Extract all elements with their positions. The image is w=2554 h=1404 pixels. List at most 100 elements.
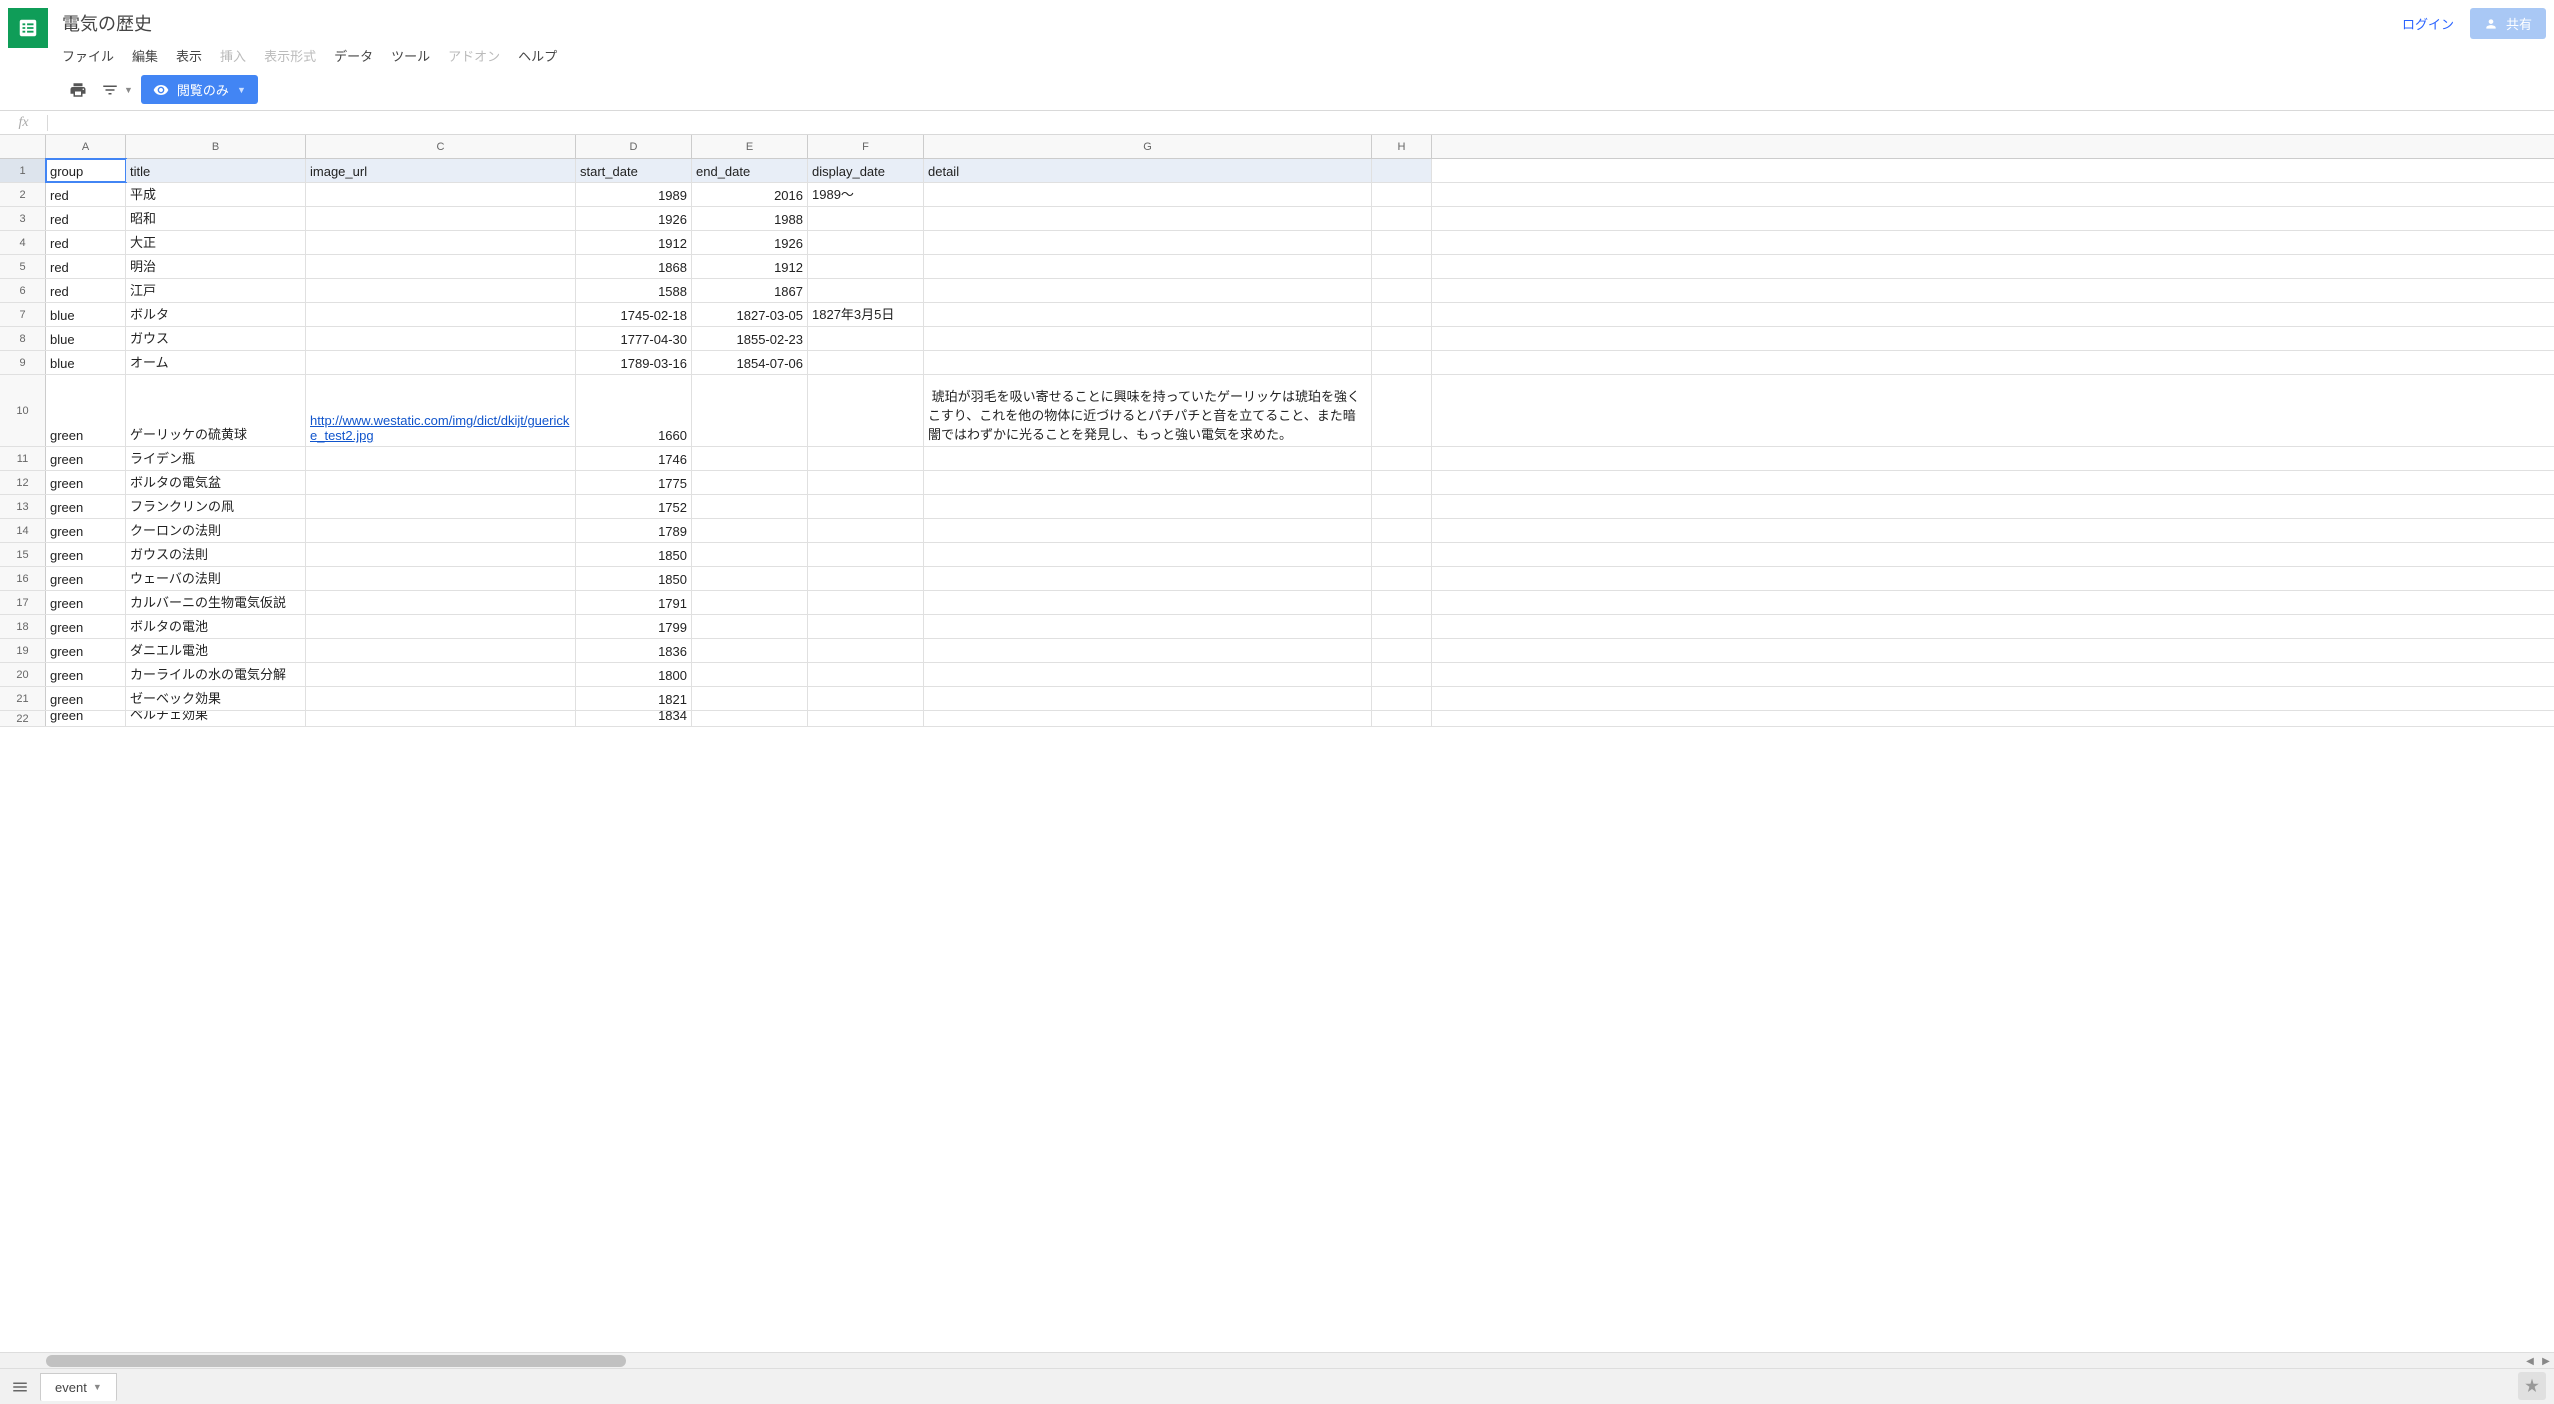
cell[interactable] [808, 231, 924, 254]
cell[interactable]: ガウスの法則 [126, 543, 306, 566]
cell[interactable]: 1789 [576, 519, 692, 542]
explore-icon[interactable] [2518, 1372, 2546, 1400]
cell[interactable]: 1912 [692, 255, 808, 278]
cell[interactable] [692, 615, 808, 638]
cell[interactable]: 2016 [692, 183, 808, 206]
cell[interactable] [808, 255, 924, 278]
cell[interactable] [692, 711, 808, 726]
cell[interactable]: 1926 [692, 231, 808, 254]
column-header[interactable]: H [1372, 135, 1432, 158]
cell[interactable] [692, 567, 808, 590]
cell[interactable] [924, 183, 1372, 206]
cell[interactable] [924, 639, 1372, 662]
cell[interactable]: ボルタの電気盆 [126, 471, 306, 494]
cell[interactable] [1372, 567, 1432, 590]
cell[interactable]: 1746 [576, 447, 692, 470]
row-header[interactable]: 12 [0, 471, 46, 494]
cell[interactable] [306, 615, 576, 638]
cell[interactable]: group [46, 159, 126, 182]
all-sheets-icon[interactable] [8, 1375, 32, 1399]
cell[interactable] [1372, 159, 1432, 182]
cell[interactable]: 琥珀が羽毛を吸い寄せることに興味を持っていたゲーリッケは琥珀を強くこすり、これを… [924, 375, 1372, 446]
cell[interactable]: red [46, 183, 126, 206]
cell[interactable]: red [46, 231, 126, 254]
cell[interactable] [692, 687, 808, 710]
cell[interactable] [808, 615, 924, 638]
cell[interactable] [306, 663, 576, 686]
cell[interactable] [808, 639, 924, 662]
cell[interactable]: 1588 [576, 279, 692, 302]
cell[interactable]: 1868 [576, 255, 692, 278]
column-header[interactable]: D [576, 135, 692, 158]
cell[interactable]: 1821 [576, 687, 692, 710]
cell[interactable] [924, 591, 1372, 614]
cell[interactable]: カーライルの水の電気分解 [126, 663, 306, 686]
cell[interactable] [808, 567, 924, 590]
cell[interactable] [808, 375, 924, 446]
cell[interactable]: 1850 [576, 567, 692, 590]
cell[interactable] [1372, 183, 1432, 206]
cell[interactable] [692, 591, 808, 614]
cell[interactable] [692, 639, 808, 662]
cell[interactable] [924, 519, 1372, 542]
menu-help[interactable]: ヘルプ [510, 42, 565, 69]
cell[interactable]: green [46, 687, 126, 710]
cell[interactable] [808, 327, 924, 350]
cell[interactable]: green [46, 471, 126, 494]
cell[interactable]: 1850 [576, 543, 692, 566]
cell[interactable]: red [46, 255, 126, 278]
cell[interactable]: blue [46, 327, 126, 350]
column-header[interactable]: G [924, 135, 1372, 158]
row-header[interactable]: 18 [0, 615, 46, 638]
cell[interactable] [1372, 543, 1432, 566]
row-header[interactable]: 9 [0, 351, 46, 374]
row-header[interactable]: 4 [0, 231, 46, 254]
cell[interactable]: 平成 [126, 183, 306, 206]
menu-file[interactable]: ファイル [54, 42, 122, 69]
cell[interactable] [1372, 591, 1432, 614]
cell[interactable] [808, 471, 924, 494]
column-header[interactable]: F [808, 135, 924, 158]
cell[interactable] [692, 447, 808, 470]
cell[interactable]: end_date [692, 159, 808, 182]
cell[interactable]: display_date [808, 159, 924, 182]
cell[interactable]: ゼーベック効果 [126, 687, 306, 710]
cell[interactable]: start_date [576, 159, 692, 182]
view-only-button[interactable]: 閲覧のみ ▼ [141, 75, 258, 104]
cell[interactable]: ライデン瓶 [126, 447, 306, 470]
cell[interactable] [924, 471, 1372, 494]
cell[interactable]: ダニエル電池 [126, 639, 306, 662]
cell[interactable]: red [46, 279, 126, 302]
cell[interactable] [924, 327, 1372, 350]
cell[interactable]: 1745-02-18 [576, 303, 692, 326]
cell[interactable]: green [46, 591, 126, 614]
scroll-right-icon[interactable]: ▶ [2538, 1353, 2554, 1369]
cell[interactable]: ゲーリッケの硫黄球 [126, 375, 306, 446]
cell[interactable] [808, 351, 924, 374]
row-header[interactable]: 15 [0, 543, 46, 566]
cell[interactable]: 1989〜 [808, 183, 924, 206]
select-all-corner[interactable] [0, 135, 46, 158]
cell[interactable] [1372, 255, 1432, 278]
menu-view[interactable]: 表示 [168, 42, 210, 69]
share-button[interactable]: 共有 [2470, 8, 2546, 39]
cell[interactable]: 1836 [576, 639, 692, 662]
cell[interactable]: green [46, 711, 126, 726]
cell[interactable] [1372, 639, 1432, 662]
row-header[interactable]: 16 [0, 567, 46, 590]
cell[interactable] [1372, 351, 1432, 374]
row-header[interactable]: 10 [0, 375, 46, 446]
row-header[interactable]: 7 [0, 303, 46, 326]
cell[interactable] [692, 543, 808, 566]
cell[interactable]: green [46, 447, 126, 470]
column-header[interactable]: A [46, 135, 126, 158]
cell[interactable] [808, 711, 924, 726]
cell[interactable] [306, 447, 576, 470]
cell[interactable] [924, 615, 1372, 638]
cell[interactable] [692, 519, 808, 542]
cell[interactable]: 1791 [576, 591, 692, 614]
horizontal-scrollbar[interactable]: ◀ ▶ [0, 1352, 2554, 1368]
scroll-left-icon[interactable]: ◀ [2522, 1353, 2538, 1369]
menu-tools[interactable]: ツール [383, 42, 438, 69]
row-header[interactable]: 11 [0, 447, 46, 470]
